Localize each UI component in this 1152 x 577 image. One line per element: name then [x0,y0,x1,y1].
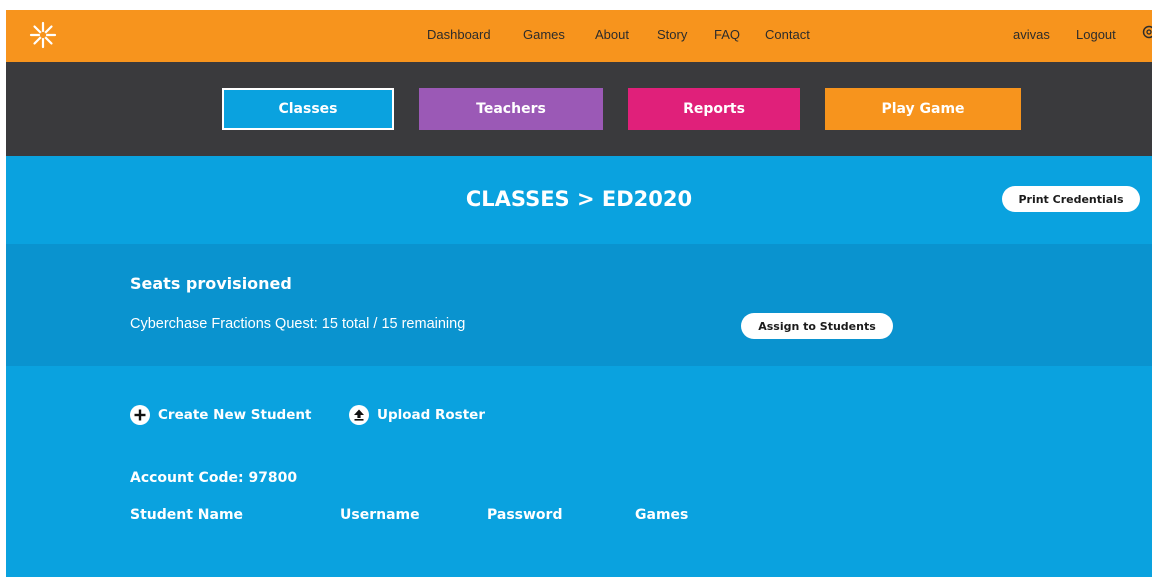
account-code-value: 97800 [248,470,298,486]
column-header-games[interactable]: Games [635,507,688,523]
nav-link-story[interactable]: Story [657,27,687,42]
nav-link-about[interactable]: About [595,27,629,42]
logout-link[interactable]: Logout [1076,27,1116,42]
column-header-password[interactable]: Password [487,507,562,523]
asterisk-logo-icon[interactable] [28,20,58,50]
top-navigation-bar: Dashboard Games About Story FAQ Contact … [6,10,1152,62]
tab-classes[interactable]: Classes [222,88,394,130]
page-title: CLASSES > ED2020 [465,187,693,211]
upload-roster-button[interactable]: Upload Roster [349,404,485,426]
account-code: Account Code: 97800 [130,470,297,486]
tab-teachers[interactable]: Teachers [419,88,603,130]
cut-off-icon[interactable] [1142,25,1152,39]
seats-heading: Seats provisioned [130,274,292,293]
page-header: CLASSES > ED2020 Print Credentials [6,156,1152,244]
upload-circle-icon [349,405,369,425]
nav-link-games[interactable]: Games [523,27,565,42]
seats-provisioned-panel: Seats provisioned Cyberchase Fractions Q… [6,244,1152,366]
tab-reports[interactable]: Reports [628,88,800,130]
print-credentials-button[interactable]: Print Credentials [1002,186,1140,212]
seats-summary-text: Cyberchase Fractions Quest: 15 total / 1… [130,316,466,332]
nav-link-dashboard[interactable]: Dashboard [427,27,491,42]
create-new-student-button[interactable]: Create New Student [130,404,311,426]
plus-circle-icon [130,405,150,425]
nav-link-contact[interactable]: Contact [765,27,810,42]
user-name-link[interactable]: avivas [1013,27,1050,42]
account-code-label: Account Code: [130,470,244,486]
column-header-student-name[interactable]: Student Name [130,507,243,523]
section-tab-bar: Classes Teachers Reports Play Game [6,62,1152,156]
assign-to-students-button[interactable]: Assign to Students [741,313,893,339]
nav-link-faq[interactable]: FAQ [714,27,740,42]
tab-play-game[interactable]: Play Game [825,88,1021,130]
create-new-student-label: Create New Student [158,407,312,423]
upload-roster-label: Upload Roster [377,407,485,423]
column-header-username[interactable]: Username [340,507,420,523]
class-roster-section: Create New Student Upload Roster Account… [6,366,1152,577]
app-frame: Dashboard Games About Story FAQ Contact … [6,10,1152,577]
